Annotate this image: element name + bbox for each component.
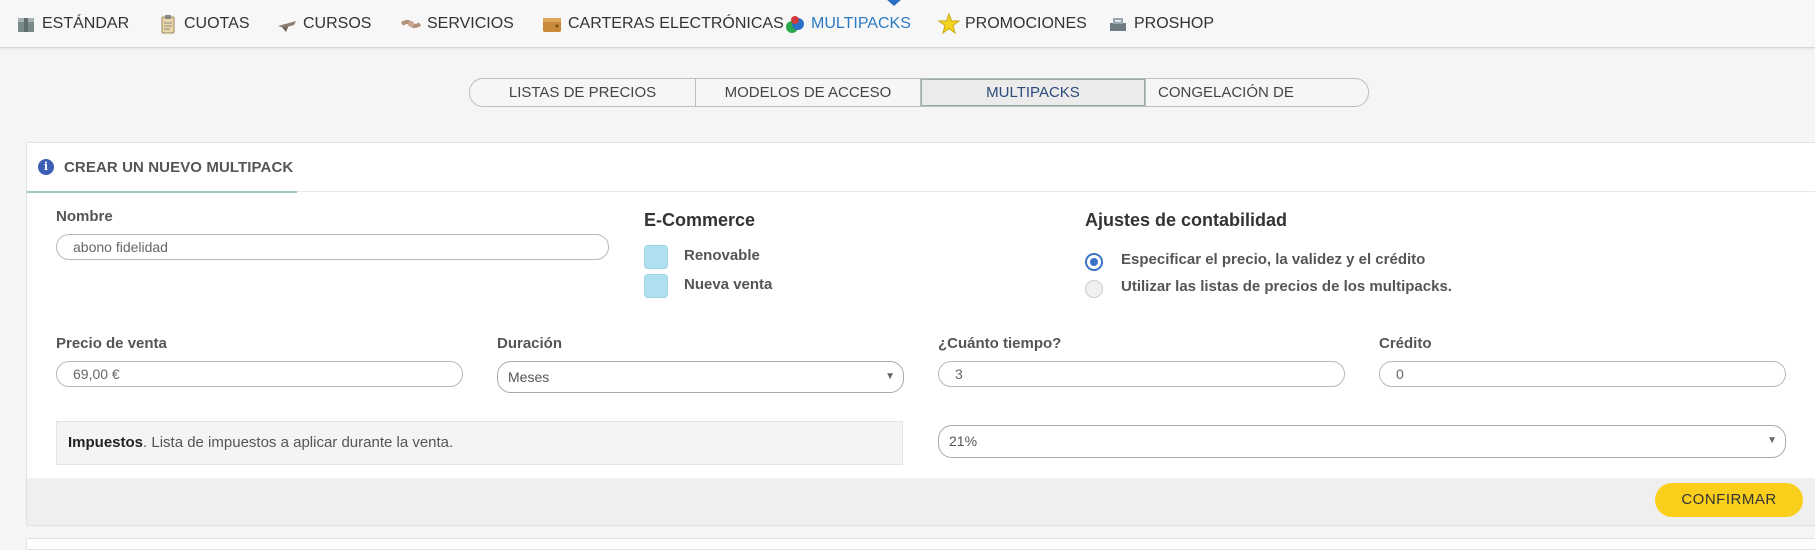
credit-input[interactable]: 0 <box>1379 361 1786 387</box>
create-multipack-panel: i CREAR UN NUEVO MULTIPACK Nombre abono … <box>26 142 1815 526</box>
nav-label: CUOTAS <box>184 14 250 32</box>
box-icon <box>15 13 37 35</box>
duration-label: Duración <box>497 335 563 352</box>
price-input[interactable]: 69,00 € <box>56 361 463 387</box>
nav-item-carteras[interactable]: CARTERAS ELECTRÓNICAS <box>541 0 784 47</box>
plane-icon <box>276 13 298 35</box>
accounting-title: Ajustes de contabilidad <box>1085 210 1288 230</box>
taxes-description: Impuestos. Lista de impuestos a aplicar … <box>56 421 903 465</box>
use-pricelists-label: Utilizar las listas de precios de los mu… <box>1121 278 1452 295</box>
panel-title-tab: i CREAR UN NUEVO MULTIPACK <box>27 143 297 193</box>
chevron-down-icon: ▼ <box>1767 435 1777 446</box>
renovable-label: Renovable <box>684 247 760 264</box>
duration-select[interactable]: Meses ▼ <box>497 361 904 393</box>
panel-header: i CREAR UN NUEVO MULTIPACK <box>27 143 1815 193</box>
name-input[interactable]: abono fidelidad <box>56 234 609 260</box>
nav-item-cursos[interactable]: CURSOS <box>276 0 371 47</box>
nav-label: CARTERAS ELECTRÓNICAS <box>568 14 784 32</box>
credit-label: Crédito <box>1379 335 1432 352</box>
multipack-icon <box>784 13 806 35</box>
handshake-icon <box>400 13 422 35</box>
panel-footer: CONFIRMAR <box>27 478 1815 525</box>
renovable-checkbox[interactable] <box>644 245 668 269</box>
duration-value: Meses <box>508 369 550 385</box>
name-label: Nombre <box>56 208 113 225</box>
clipboard-icon <box>157 13 179 35</box>
nav-label: CURSOS <box>303 14 372 32</box>
specify-price-label: Especificar el precio, la validez y el c… <box>1121 251 1426 268</box>
nav-item-servicios[interactable]: SERVICIOS <box>400 0 514 47</box>
taxes-title: Impuestos <box>68 434 144 451</box>
taxes-value: 21% <box>949 433 978 449</box>
nav-item-cuotas[interactable]: CUOTAS <box>157 0 249 47</box>
star-icon <box>937 12 961 35</box>
confirm-button[interactable]: CONFIRMAR <box>1655 483 1803 517</box>
nueva-venta-label: Nueva venta <box>684 276 773 293</box>
next-panel-edge <box>26 538 1815 550</box>
nav-label: MULTIPACKS <box>811 14 911 32</box>
tab-modelos-de-acceso[interactable]: MODELOS DE ACCESO <box>696 79 921 106</box>
chevron-down-icon: ▼ <box>885 371 895 382</box>
tab-multipacks[interactable]: MULTIPACKS <box>921 79 1146 106</box>
nav-item-multipacks[interactable]: MULTIPACKS <box>784 0 911 47</box>
specify-price-radio[interactable] <box>1085 253 1103 271</box>
wallet-icon <box>541 13 563 35</box>
nav-label: PROSHOP <box>1134 14 1215 32</box>
price-label: Precio de venta <box>56 335 167 352</box>
nav-item-estandar[interactable]: ESTÁNDAR <box>15 0 129 47</box>
nav-item-promociones[interactable]: PROMOCIONES <box>937 0 1087 47</box>
nav-item-proshop[interactable]: PROSHOP <box>1107 0 1214 47</box>
panel-title: CREAR UN NUEVO MULTIPACK <box>64 158 294 176</box>
register-icon <box>1107 13 1129 35</box>
taxes-select[interactable]: 21% ▼ <box>938 425 1786 458</box>
nav-label: SERVICIOS <box>427 14 514 32</box>
main-navigation: ESTÁNDAR CUOTAS CURSOS SERVICIOS CARTERA… <box>0 0 1815 48</box>
tab-listas-de-precios[interactable]: LISTAS DE PRECIOS <box>470 79 696 106</box>
use-pricelists-radio[interactable] <box>1085 280 1103 298</box>
subtabs: LISTAS DE PRECIOS MODELOS DE ACCESO MULT… <box>469 78 1369 107</box>
how-long-input[interactable]: 3 <box>938 361 1345 387</box>
nav-label: ESTÁNDAR <box>42 14 130 32</box>
info-icon: i <box>38 159 54 175</box>
nav-label: PROMOCIONES <box>965 14 1087 32</box>
tab-congelacion-de-multipacks[interactable]: CONGELACIÓN DE MULTIPACKS <box>1146 79 1368 106</box>
how-long-label: ¿Cuánto tiempo? <box>938 335 1062 352</box>
ecommerce-title: E-Commerce <box>644 210 756 230</box>
taxes-text: . Lista de impuestos a aplicar durante l… <box>143 434 454 451</box>
nueva-venta-checkbox[interactable] <box>644 274 668 298</box>
